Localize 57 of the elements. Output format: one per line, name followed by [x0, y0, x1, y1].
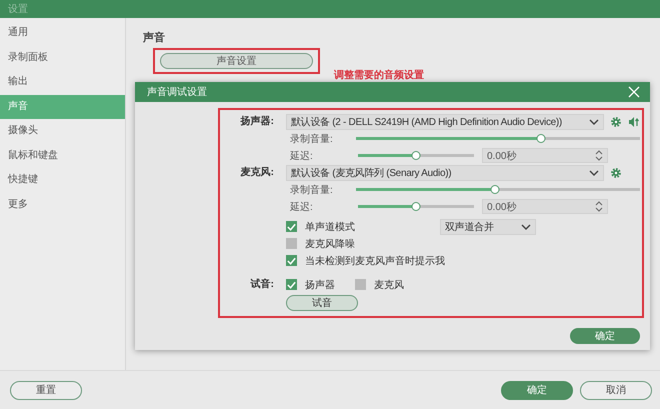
delay-label: 延迟:	[289, 200, 314, 214]
reset-button[interactable]: 重置	[10, 380, 82, 400]
checkbox[interactable]	[286, 279, 297, 290]
slider-thumb[interactable]	[412, 151, 420, 160]
device-label: 麦克风:	[240, 166, 274, 180]
test-button[interactable]: 试音	[286, 295, 358, 311]
annotation-text: 调整需要的音频设置	[334, 68, 424, 82]
cancel-button[interactable]: 取消	[580, 380, 652, 400]
device-label: 扬声器:	[239, 114, 274, 129]
spinner-arrows-icon	[595, 150, 603, 161]
option-label: 麦克风降噪	[305, 238, 355, 250]
sidebar-item[interactable]: 通用	[0, 21, 125, 46]
device-dropdown[interactable]: 默认设备 (2 - DELL S2419H (AMD High Definition Audio Device))	[286, 114, 604, 130]
checkbox[interactable]	[286, 238, 297, 249]
checkbox[interactable]	[355, 279, 366, 290]
confirm-button[interactable]: 确定	[570, 328, 640, 344]
test-option-label: 麦克风	[374, 278, 404, 292]
delay-spinbox[interactable]: 0.00秒	[482, 199, 608, 214]
volume-slider[interactable]	[356, 134, 640, 143]
ok-button[interactable]: 确定	[501, 380, 573, 400]
delay-spinbox[interactable]: 0.00秒	[482, 148, 608, 163]
test-option-label: 扬声器	[305, 278, 335, 292]
close-icon	[628, 86, 640, 98]
sound-settings-button[interactable]: 声音设置	[160, 53, 313, 69]
test-label: 试音:	[249, 277, 274, 292]
channel-dropdown[interactable]: 双声道合并	[440, 218, 536, 234]
slider-thumb[interactable]	[536, 134, 546, 143]
checkbox[interactable]	[286, 255, 297, 266]
option-label: 单声道模式	[305, 220, 355, 234]
sidebar-item[interactable]: 快捷键	[0, 168, 125, 192]
speaker-icon	[628, 116, 640, 128]
sidebar-item[interactable]: 鼠标和键盘	[0, 144, 125, 168]
dialog-title: 声音调试设置	[147, 86, 207, 99]
check-icon	[286, 255, 297, 267]
sidebar-item[interactable]: 摄像头	[0, 119, 125, 144]
option-label: 当未检测到麦克风声音时提示我	[305, 254, 445, 268]
check-icon	[286, 279, 297, 291]
sidebar-item[interactable]: 录制面板	[0, 46, 125, 70]
window-title: 设置	[8, 2, 28, 16]
slider-thumb[interactable]	[412, 202, 420, 211]
volume-label: 录制音量:	[289, 184, 334, 196]
checkbox[interactable]	[286, 221, 297, 232]
device-dropdown[interactable]: 默认设备 (麦克风阵列 (Senary Audio))	[286, 164, 604, 180]
sidebar-item[interactable]: 输出	[0, 70, 125, 94]
sidebar-item[interactable]: 更多	[0, 192, 125, 217]
chevron-icon	[589, 168, 599, 176]
gear-icon	[610, 166, 622, 178]
gear-icon	[610, 116, 622, 128]
spinner-arrows-icon	[595, 201, 603, 212]
section-title: 声音	[143, 30, 166, 45]
chevron-icon	[521, 222, 531, 230]
check-icon	[286, 221, 297, 233]
slider-thumb[interactable]	[490, 185, 500, 194]
volume-label: 录制音量:	[289, 132, 334, 146]
delay-label: 延迟:	[289, 150, 314, 162]
volume-slider[interactable]	[356, 185, 640, 194]
chevron-icon	[589, 118, 599, 126]
